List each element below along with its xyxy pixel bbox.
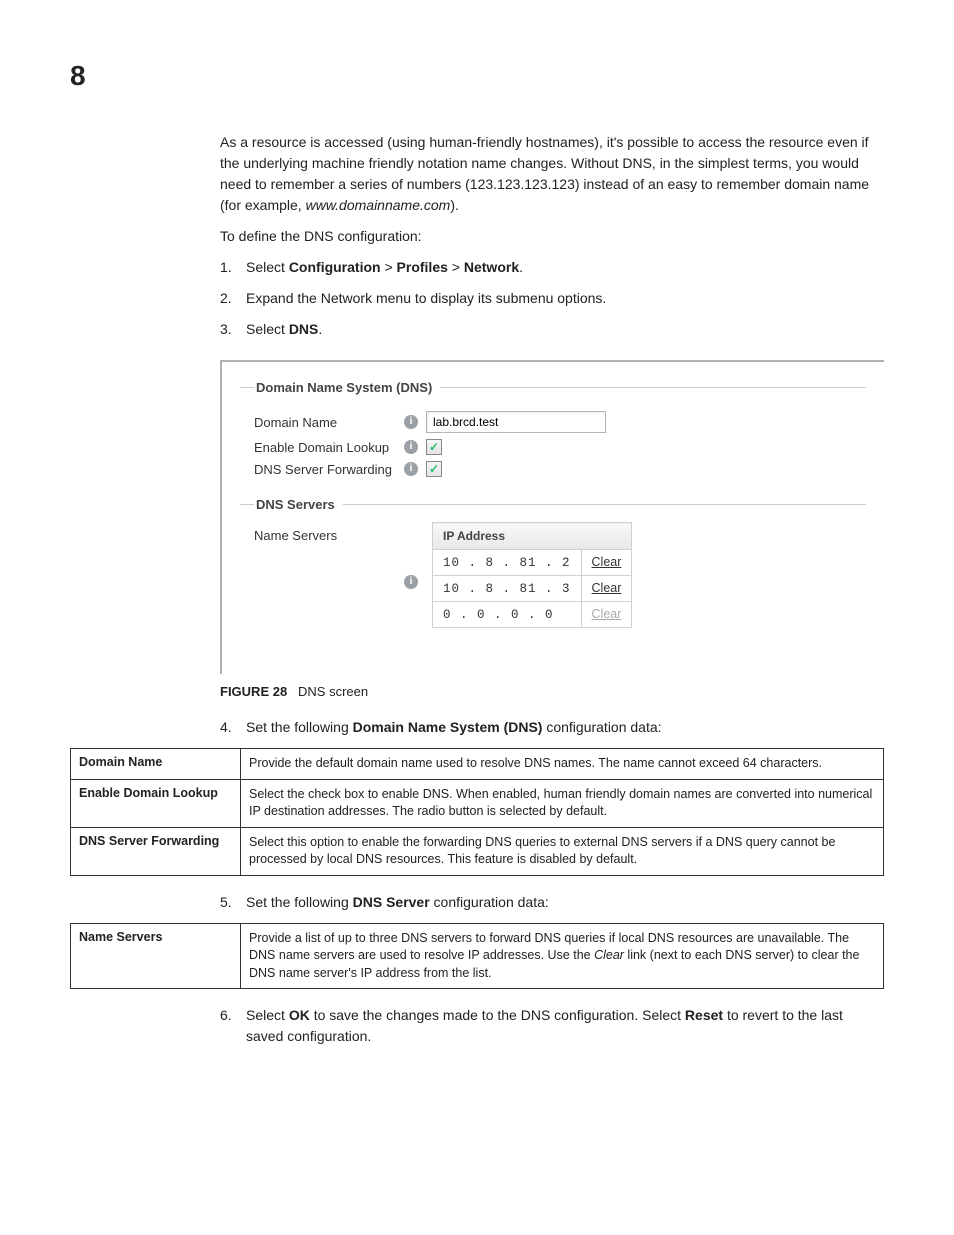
intro-example: www.domainname.com [306, 197, 451, 213]
step-text: Select [246, 321, 289, 337]
step-text: Set the following [246, 719, 353, 735]
step-text: . [318, 321, 322, 337]
clear-link-disabled: Clear [592, 607, 622, 621]
step-number: 6. [220, 1005, 246, 1047]
clear-link[interactable]: Clear [592, 581, 622, 595]
dns-servers-legend: DNS Servers [254, 497, 343, 512]
clear-link[interactable]: Clear [592, 555, 622, 569]
step-bold: Configuration [289, 259, 381, 275]
figure-number: FIGURE 28 [220, 684, 287, 699]
step-2: 2. Expand the Network menu to display it… [220, 288, 884, 309]
table-header: DNS Server Forwarding [71, 827, 241, 875]
step-text: Select [246, 1007, 289, 1023]
forwarding-label: DNS Server Forwarding [254, 462, 404, 477]
step-3: 3. Select DNS. [220, 319, 884, 340]
chapter-number: 8 [70, 60, 884, 92]
step-bold: Profiles [397, 259, 448, 275]
step-number: 2. [220, 288, 246, 309]
ip-header: IP Address [433, 523, 632, 550]
step-number: 3. [220, 319, 246, 340]
dns-screenshot: Domain Name System (DNS) Domain Name i E… [220, 360, 884, 674]
step-text: > [448, 259, 464, 275]
step-text: to save the changes made to the DNS conf… [310, 1007, 685, 1023]
figure-caption: FIGURE 28 DNS screen [220, 684, 884, 699]
table-cell: Select this option to enable the forward… [241, 827, 884, 875]
figure-title: DNS screen [298, 684, 368, 699]
table-header: Name Servers [71, 923, 241, 989]
step-6: 6. Select OK to save the changes made to… [220, 1005, 884, 1047]
intro-paragraph: As a resource is accessed (using human-f… [220, 132, 884, 216]
step-text: configuration data: [542, 719, 661, 735]
name-servers-label: Name Servers [254, 522, 404, 543]
info-icon[interactable]: i [404, 575, 418, 589]
ip-table: IP Address 10 . 8 . 81 . 2 Clear 10 . 8 … [432, 522, 632, 628]
forwarding-checkbox[interactable]: ✓ [426, 461, 442, 477]
dns-legend: Domain Name System (DNS) [254, 380, 440, 395]
table-cell: Provide a list of up to three DNS server… [241, 923, 884, 989]
enable-lookup-checkbox[interactable]: ✓ [426, 439, 442, 455]
ip-cell[interactable]: 10 . 8 . 81 . 2 [433, 550, 582, 576]
intro-tail: ). [450, 197, 459, 213]
define-line: To define the DNS configuration: [220, 226, 884, 247]
step-text: . [519, 259, 523, 275]
step-bold: Reset [685, 1007, 723, 1023]
step-text: Set the following [246, 894, 353, 910]
info-icon[interactable]: i [404, 440, 418, 454]
ip-cell[interactable]: 0 . 0 . 0 . 0 [433, 602, 582, 628]
table-cell: Provide the default domain name used to … [241, 749, 884, 780]
table-cell: Select the check box to enable DNS. When… [241, 779, 884, 827]
step-bold: DNS [289, 321, 319, 337]
domain-name-row: Domain Name i [254, 411, 866, 433]
step-number: 5. [220, 892, 246, 913]
info-icon[interactable]: i [404, 462, 418, 476]
step-5: 5. Set the following DNS Server configur… [220, 892, 884, 913]
cell-italic: Clear [594, 948, 624, 962]
enable-lookup-row: Enable Domain Lookup i ✓ [254, 439, 866, 455]
dns-config-table: Domain Name Provide the default domain n… [70, 748, 884, 876]
step-1: 1. Select Configuration > Profiles > Net… [220, 257, 884, 278]
step-number: 4. [220, 717, 246, 738]
step-bold: Network [464, 259, 519, 275]
step-4: 4. Set the following Domain Name System … [220, 717, 884, 738]
enable-lookup-label: Enable Domain Lookup [254, 440, 404, 455]
table-header: Enable Domain Lookup [71, 779, 241, 827]
step-text: configuration data: [430, 894, 549, 910]
step-bold: OK [289, 1007, 310, 1023]
table-header: Domain Name [71, 749, 241, 780]
domain-name-input[interactable] [426, 411, 606, 433]
step-bold: DNS Server [353, 894, 430, 910]
dns-server-table: Name Servers Provide a list of up to thr… [70, 923, 884, 990]
step-text: Expand the Network menu to display its s… [246, 288, 606, 309]
dns-servers-fieldset: DNS Servers Name Servers i IP Address 10… [240, 497, 866, 642]
domain-name-label: Domain Name [254, 415, 404, 430]
step-text: Select [246, 259, 289, 275]
step-bold: Domain Name System (DNS) [353, 719, 543, 735]
dns-fieldset: Domain Name System (DNS) Domain Name i E… [240, 380, 866, 483]
step-number: 1. [220, 257, 246, 278]
ip-cell[interactable]: 10 . 8 . 81 . 3 [433, 576, 582, 602]
step-text: > [381, 259, 397, 275]
info-icon[interactable]: i [404, 415, 418, 429]
forwarding-row: DNS Server Forwarding i ✓ [254, 461, 866, 477]
